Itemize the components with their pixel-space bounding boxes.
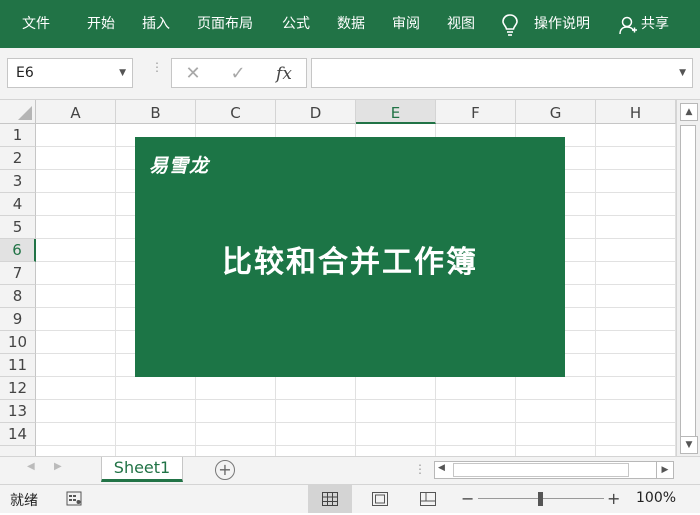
tab-file[interactable]: 文件 [22,0,50,48]
zoom-slider-thumb[interactable] [538,492,543,506]
select-all-corner[interactable] [0,100,36,124]
banner-image[interactable]: 易雪龙 比较和合并工作簿 [135,137,565,377]
row-header[interactable]: 13 [0,400,36,423]
tab-insert[interactable]: 插入 [142,0,170,48]
lightbulb-icon[interactable] [500,13,520,37]
formula-input[interactable]: ▼ [311,58,693,88]
column-header[interactable]: B [116,100,196,124]
scroll-tabs-right-icon[interactable]: ▶ [54,461,62,472]
tab-review[interactable]: 审阅 [392,0,420,48]
row-header[interactable]: 3 [0,170,36,193]
row-header[interactable]: 4 [0,193,36,216]
row-header[interactable]: 12 [0,377,36,400]
row-header[interactable]: 14 [0,423,36,446]
sheet-tab-bar: ◀ ▶ Sheet1 + ⋮ ◀ ▶ [0,456,700,484]
tab-view[interactable]: 视图 [447,0,475,48]
scroll-down-icon[interactable]: ▼ [680,436,698,454]
ribbon-bar: 文件 开始 插入 页面布局 公式 数据 审阅 视图 操作说明 共享 [0,0,700,48]
row-header-selected[interactable]: 6 [0,239,36,262]
status-text: 就绪 [10,493,38,509]
name-box-value: E6 [16,65,34,81]
row-header[interactable] [0,446,36,456]
zoom-out-button[interactable]: − [461,489,474,508]
enter-icon[interactable]: ✓ [223,61,253,87]
row-header[interactable]: 11 [0,354,36,377]
zoom-level[interactable]: 100% [636,490,676,506]
column-header[interactable]: F [436,100,516,124]
column-header[interactable]: H [596,100,676,124]
column-header-selected[interactable]: E [356,100,436,124]
column-header[interactable]: G [516,100,596,124]
expand-formula-bar-icon[interactable]: ▼ [679,68,686,78]
tab-formulas[interactable]: 公式 [282,0,310,48]
scroll-left-icon[interactable]: ◀ [438,463,445,473]
cancel-icon[interactable]: ✕ [178,61,208,87]
user-icon[interactable] [618,15,638,35]
chevron-down-icon[interactable]: ▼ [119,68,126,78]
macro-record-icon[interactable] [66,491,82,510]
column-header[interactable]: A [36,100,116,124]
horizontal-scrollbar[interactable]: ◀ [434,461,674,479]
page-break-view-button[interactable] [406,485,450,513]
drag-handle-icon[interactable]: ⋮ [414,462,426,476]
vertical-scrollbar[interactable]: ▲ ▼ [676,100,700,456]
horizontal-scroll-thumb[interactable] [453,463,629,477]
normal-view-button[interactable] [308,485,352,513]
formula-bar-row: E6 ▼ ⋮ ✕ ✓ fx ▼ [0,48,700,100]
row-header[interactable]: 1 [0,124,36,147]
share-button[interactable]: 共享 [641,0,669,48]
row-header[interactable]: 5 [0,216,36,239]
status-bar: 就绪 − + 100% [0,484,700,513]
add-sheet-button[interactable]: + [215,460,235,480]
page-layout-view-button[interactable] [358,485,402,513]
name-box[interactable]: E6 ▼ [7,58,133,88]
banner-title: 比较和合并工作簿 [222,245,478,280]
row-header[interactable]: 8 [0,285,36,308]
tab-data[interactable]: 数据 [337,0,365,48]
scroll-up-icon[interactable]: ▲ [680,103,698,121]
formula-buttons: ✕ ✓ fx [171,58,307,88]
row-header[interactable]: 7 [0,262,36,285]
sheet-tab-sheet1[interactable]: Sheet1 [101,457,183,482]
tell-me-search[interactable]: 操作说明 [534,0,590,48]
row-header[interactable]: 9 [0,308,36,331]
zoom-in-button[interactable]: + [607,489,620,508]
scroll-right-icon[interactable]: ▶ [656,461,674,479]
tab-page-layout[interactable]: 页面布局 [197,0,253,48]
column-header[interactable]: C [196,100,276,124]
insert-function-button[interactable]: fx [269,61,299,87]
column-header[interactable]: D [276,100,356,124]
row-header[interactable]: 10 [0,331,36,354]
brand-logo: 易雪龙 [149,155,210,177]
scroll-tabs-left-icon[interactable]: ◀ [27,461,35,472]
tab-home[interactable]: 开始 [87,0,115,48]
row-header[interactable]: 2 [0,147,36,170]
vertical-scroll-thumb[interactable] [680,125,696,443]
drag-handle-icon[interactable]: ⋮ [151,61,163,82]
